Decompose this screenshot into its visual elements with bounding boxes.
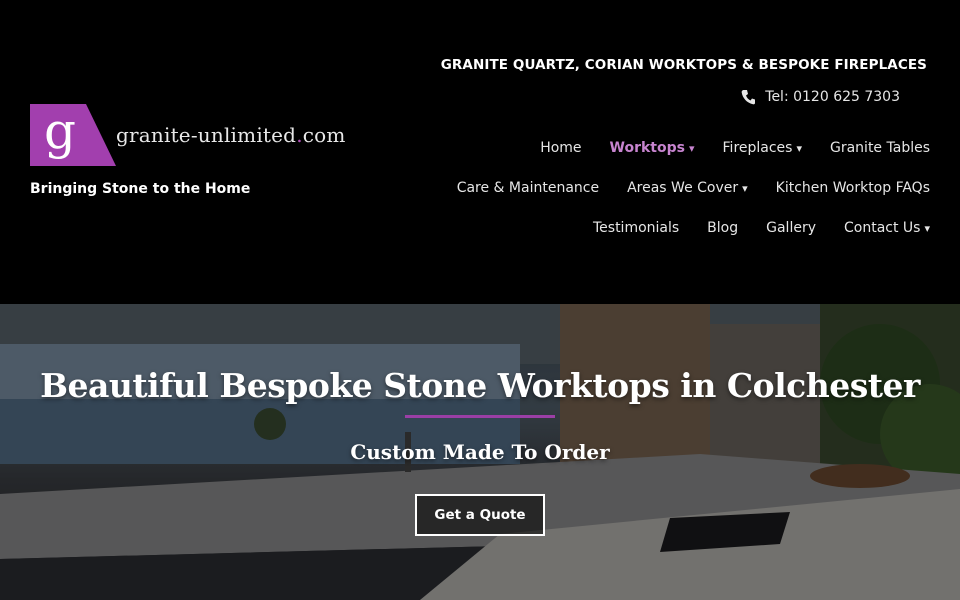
main-nav-row-2: Care & Maintenance Areas We Cover ▾ Kitch… [457,180,930,196]
phone-icon [741,89,756,105]
nav-label: Granite Tables [830,140,930,156]
nav-gallery[interactable]: Gallery [766,220,816,236]
nav-label: Areas We Cover [627,180,739,196]
site-header: g granite-unlimited.com Bringing Stone t… [0,0,960,304]
nav-label: Worktops [609,140,685,156]
nav-label: Home [540,140,582,156]
nav-blog[interactable]: Blog [707,220,738,236]
chevron-down-icon: ▾ [796,141,802,155]
hero-banner: Beautiful Bespoke Stone Worktops in Colc… [0,304,960,600]
nav-fireplaces[interactable]: Fireplaces ▾ [723,140,802,156]
nav-kitchen-worktop-faqs[interactable]: Kitchen Worktop FAQs [776,180,930,196]
site-logo[interactable]: g granite-unlimited.com [30,102,346,166]
hero-title-underline [405,415,555,418]
nav-label: Kitchen Worktop FAQs [775,180,930,196]
main-nav-row-3: Testimonials Blog Gallery Contact Us ▾ [593,220,930,236]
chevron-down-icon: ▾ [924,221,930,235]
logo-wordmark: granite-unlimited.com [116,123,346,147]
chevron-down-icon: ▾ [742,181,748,195]
nav-label: Care & Maintenance [456,180,600,196]
logo-letter: g [44,102,77,160]
nav-label: Fireplaces [722,140,793,156]
nav-care-maintenance[interactable]: Care & Maintenance [457,180,599,196]
header-title: GRANITE QUARTZ, CORIAN WORKTOPS & BESPOK… [440,57,927,73]
nav-contact-us[interactable]: Contact Us ▾ [844,220,930,236]
get-a-quote-button[interactable]: Get a Quote [415,494,545,536]
nav-worktops[interactable]: Worktops ▾ [610,140,695,156]
logo-name: granite-unlimited [116,123,297,147]
nav-label: Gallery [766,220,816,236]
nav-home[interactable]: Home [540,140,581,156]
nav-testimonials[interactable]: Testimonials [593,220,679,236]
nav-label: Contact Us [844,220,921,236]
hero-title: Beautiful Bespoke Stone Worktops in Colc… [40,366,920,405]
hero-subtitle: Custom Made To Order [350,440,610,464]
nav-areas-we-cover[interactable]: Areas We Cover ▾ [627,180,748,196]
nav-label: Blog [707,220,739,236]
nav-granite-tables[interactable]: Granite Tables [830,140,930,156]
nav-label: Testimonials [592,220,680,236]
phone-label: Tel: 0120 625 7303 [765,89,900,105]
logo-tld: com [302,123,346,147]
main-nav-row-1: Home Worktops ▾ Fireplaces ▾ Granite Table… [540,140,930,156]
site-tagline: Bringing Stone to the Home [30,181,251,197]
logo-mark: g [30,102,118,166]
chevron-down-icon: ▾ [688,141,695,155]
phone-number[interactable]: Tel: 0120 625 7303 [741,89,900,105]
